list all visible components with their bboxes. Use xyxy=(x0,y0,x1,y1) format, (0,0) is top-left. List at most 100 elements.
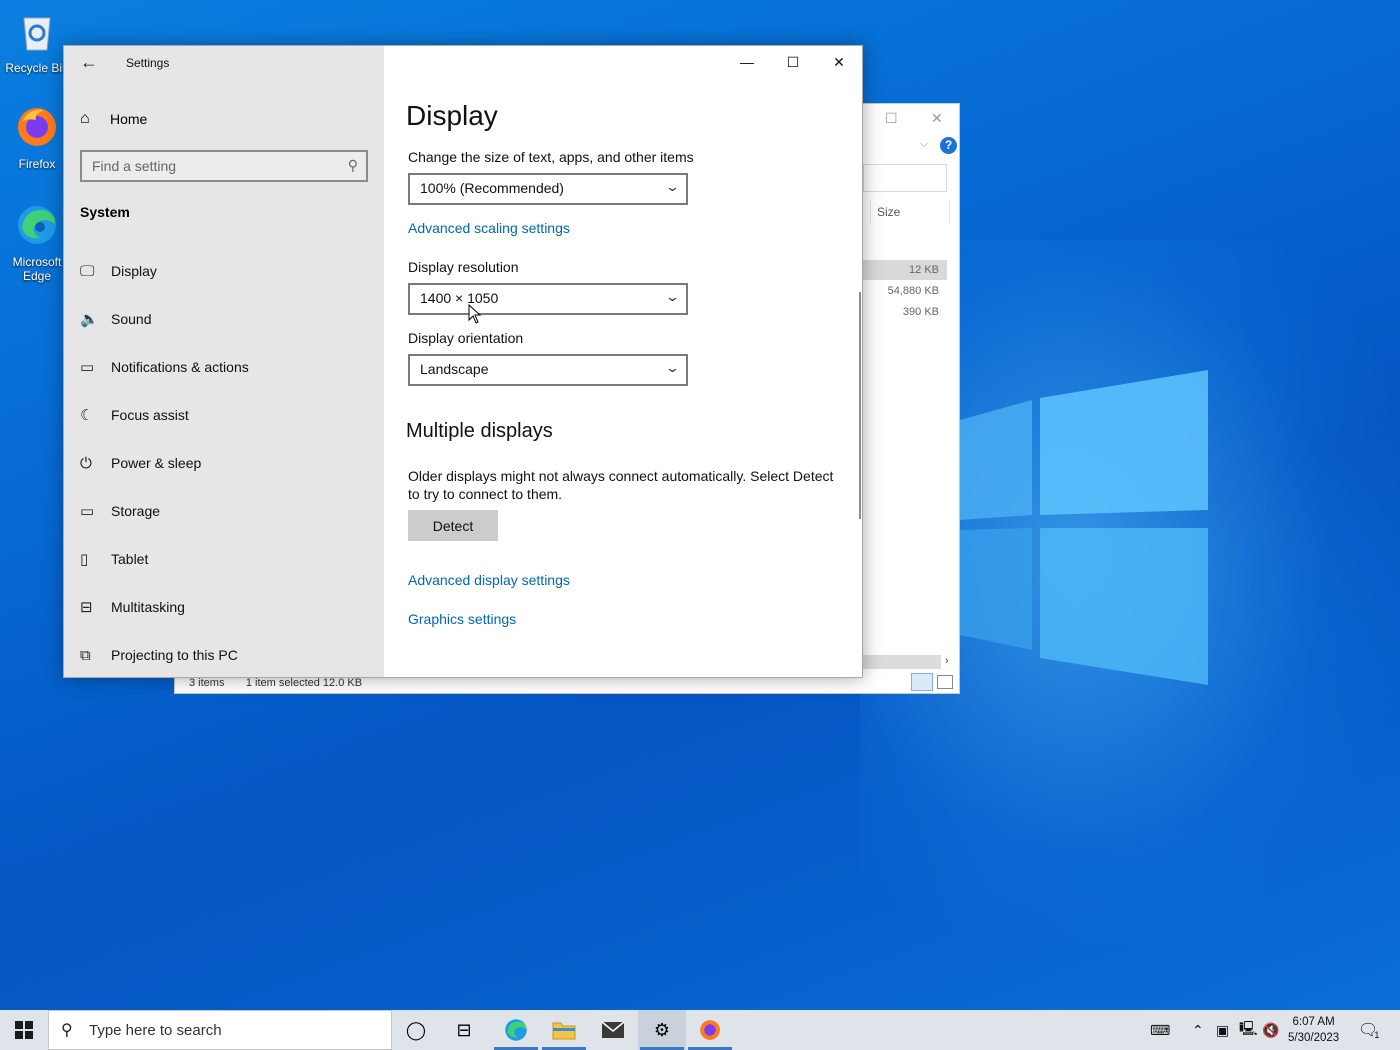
page-title: Display xyxy=(406,100,498,131)
settings-gear-icon[interactable]: ⚙ xyxy=(638,1010,686,1050)
sidebar-item-tablet[interactable]: ▯ Tablet xyxy=(64,535,384,583)
find-setting-input[interactable]: Find a setting ⚲ xyxy=(80,150,368,182)
sidebar-item-label: Multitasking xyxy=(111,599,185,615)
sidebar-item-label: Notifications & actions xyxy=(111,359,249,375)
back-arrow-icon[interactable]: ← xyxy=(80,52,98,73)
mouse-cursor-icon xyxy=(468,304,482,324)
power-icon: ⏻ xyxy=(80,454,92,472)
desktop-icon-label: Recycle Bin xyxy=(5,61,69,75)
taskbar-search-placeholder: Type here to search xyxy=(89,1021,222,1039)
search-icon[interactable]: ⚲ xyxy=(348,157,358,174)
sidebar-item-sound[interactable]: 🔈 Sound xyxy=(64,295,384,343)
multiple-displays-heading: Multiple displays xyxy=(406,420,553,442)
sidebar-item-label: Power & sleep xyxy=(111,455,202,471)
column-header-size[interactable]: Size xyxy=(877,205,900,219)
home-icon: ⌂ xyxy=(80,110,90,127)
network-icon[interactable]: 🖳 xyxy=(1239,1010,1258,1050)
mail-icon[interactable] xyxy=(589,1010,637,1050)
sidebar-item-focus-assist[interactable]: ☾ Focus assist xyxy=(64,391,384,439)
task-view-icon[interactable]: ⊟ xyxy=(440,1010,488,1050)
close-icon[interactable]: ✕ xyxy=(931,110,943,127)
sidebar-item-label: Storage xyxy=(111,503,161,519)
meet-now-icon[interactable]: ▣ xyxy=(1216,1010,1229,1050)
multiple-displays-description: Older displays might not always connect … xyxy=(408,468,834,502)
show-hidden-icons-chevron-up-icon[interactable]: ⌃ xyxy=(1192,1010,1204,1050)
maximize-icon[interactable]: ☐ xyxy=(885,110,898,127)
sidebar-item-projecting[interactable]: ⧉ Projecting to this PC xyxy=(64,631,384,679)
large-icons-view-icon[interactable] xyxy=(937,675,953,689)
sidebar-section-title: System xyxy=(80,204,130,220)
explorer-search-box[interactable] xyxy=(863,164,947,192)
sidebar-item-notifications[interactable]: ▭ Notifications & actions xyxy=(64,343,384,391)
chevron-down-icon: ⌄ xyxy=(664,289,681,304)
speaker-icon: 🔈 xyxy=(80,311,99,328)
advanced-display-link[interactable]: Advanced display settings xyxy=(408,572,570,588)
sidebar-item-home[interactable]: ⌂ Home xyxy=(80,110,147,128)
horizontal-scrollbar[interactable] xyxy=(863,655,941,669)
sidebar-item-multitasking[interactable]: ⊟ Multitasking xyxy=(64,583,384,631)
monitor-icon: 🖵 xyxy=(80,262,95,280)
table-row[interactable]: 12 KB xyxy=(863,260,947,280)
settings-window[interactable]: ← Settings ⌂ Home Find a setting ⚲ Syste… xyxy=(63,45,863,678)
detect-button[interactable]: Detect xyxy=(408,510,498,541)
table-row[interactable]: 390 KB xyxy=(863,302,947,322)
sidebar-item-label: Sound xyxy=(111,311,152,327)
scale-dropdown[interactable]: 100% (Recommended) ⌄ xyxy=(408,173,688,205)
moon-icon: ☾ xyxy=(80,407,94,424)
taskbar-edge-icon[interactable] xyxy=(492,1010,540,1050)
graphics-settings-link[interactable]: Graphics settings xyxy=(408,611,516,627)
desktop-icon-firefox[interactable]: Firefox xyxy=(4,104,70,171)
orientation-label: Display orientation xyxy=(408,330,524,346)
close-icon[interactable]: ✕ xyxy=(816,46,862,78)
resolution-dropdown[interactable]: 1400 × 1050 ⌄ xyxy=(408,283,688,315)
firefox-icon xyxy=(18,108,56,146)
sidebar-item-power-sleep[interactable]: ⏻ Power & sleep xyxy=(64,439,384,487)
minimize-icon[interactable]: — xyxy=(724,46,770,78)
keyboard-icon[interactable]: ⌨ xyxy=(1150,1010,1170,1050)
taskbar-firefox-icon[interactable] xyxy=(686,1010,734,1050)
sidebar-item-label: Display xyxy=(111,263,157,279)
chevron-down-icon[interactable]: ⌵ xyxy=(920,138,928,151)
action-center-icon[interactable]: 🗨 1 xyxy=(1358,1010,1379,1050)
edge-icon xyxy=(18,206,56,244)
file-explorer-icon[interactable] xyxy=(540,1010,588,1050)
chevron-down-icon: ⌄ xyxy=(664,179,681,194)
search-icon: ⚲ xyxy=(61,1022,73,1039)
volume-muted-icon[interactable]: 🔇 xyxy=(1262,1010,1279,1050)
vertical-scrollbar[interactable] xyxy=(859,292,861,519)
multitasking-icon: ⊟ xyxy=(80,599,93,616)
resolution-label: Display resolution xyxy=(408,259,519,275)
column-divider xyxy=(870,200,871,224)
clock-time: 6:07 AM xyxy=(1292,1016,1335,1028)
advanced-scaling-link[interactable]: Advanced scaling settings xyxy=(408,220,570,236)
table-row[interactable]: 54,880 KB xyxy=(863,281,947,301)
start-button[interactable] xyxy=(0,1010,48,1050)
sidebar-item-display[interactable]: 🖵 Display xyxy=(64,247,384,295)
windows-logo-wallpaper xyxy=(960,370,1208,685)
sidebar-item-label: Focus assist xyxy=(111,407,189,423)
sidebar-item-storage[interactable]: ▭ Storage xyxy=(64,487,384,535)
system-clock[interactable]: 6:07 AM 5/30/2023 xyxy=(1288,1014,1339,1046)
desktop-icon-edge[interactable]: Microsoft Edge xyxy=(4,202,70,283)
details-view-icon[interactable] xyxy=(911,673,933,691)
desktop-icon-recycle-bin[interactable]: Recycle Bin xyxy=(4,8,70,75)
tablet-icon: ▯ xyxy=(80,551,89,568)
windows-start-icon xyxy=(15,1021,33,1039)
orientation-dropdown[interactable]: Landscape ⌄ xyxy=(408,354,688,386)
storage-icon: ▭ xyxy=(80,503,95,520)
notification-icon: ▭ xyxy=(80,359,95,376)
cortana-icon[interactable]: ◯ xyxy=(392,1010,440,1050)
taskbar-search-box[interactable]: ⚲ Type here to search xyxy=(48,1010,392,1050)
sidebar-item-label: Projecting to this PC xyxy=(111,647,238,663)
maximize-icon[interactable]: ☐ xyxy=(770,46,816,78)
search-placeholder: Find a setting xyxy=(92,158,177,174)
scroll-right-icon[interactable]: › xyxy=(945,655,949,667)
taskbar: ⚲ Type here to search ◯ ⊟ ⚙ ⌨ ⌃ ▣ 🖳 🔇 6:… xyxy=(0,1010,1400,1050)
clock-date: 5/30/2023 xyxy=(1288,1032,1340,1044)
desktop-icon-label: Firefox xyxy=(18,157,56,171)
desktop-icon-label: Microsoft Edge xyxy=(12,255,62,283)
help-icon[interactable]: ? xyxy=(940,137,957,154)
scale-value: 100% (Recommended) xyxy=(420,180,564,196)
chevron-down-icon: ⌄ xyxy=(664,360,681,375)
scale-label: Change the size of text, apps, and other… xyxy=(408,149,694,165)
